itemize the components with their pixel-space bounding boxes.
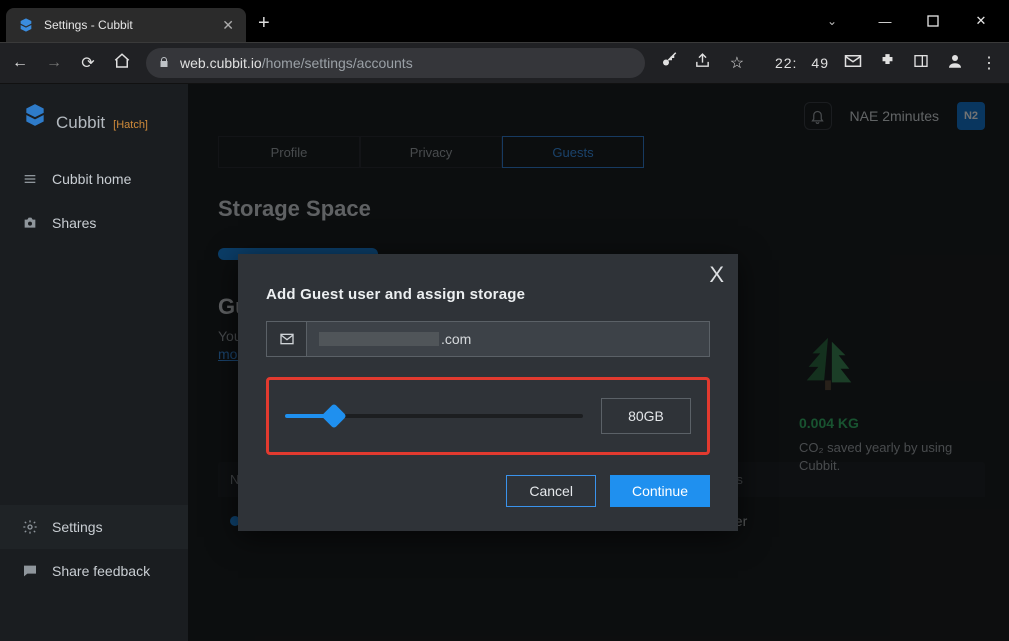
cubbit-logo-icon	[22, 102, 48, 128]
email-field-row: .com	[266, 321, 710, 357]
reload-button[interactable]: ⟳	[78, 53, 98, 73]
camera-icon	[22, 215, 38, 231]
close-window-button[interactable]: ✕	[959, 6, 1003, 36]
menu-dots-icon[interactable]: ⋮	[979, 53, 999, 73]
counter-b: 49	[811, 55, 829, 71]
slider-value-display[interactable]: 80GB	[601, 398, 691, 434]
chevron-down-icon[interactable]: ⌄	[827, 14, 837, 28]
counter-a: 22:	[775, 55, 797, 71]
lock-icon	[158, 56, 170, 71]
redacted-email-prefix	[319, 332, 439, 346]
slider-thumb[interactable]	[321, 403, 346, 428]
logo: Cubbit [Hatch]	[0, 102, 188, 157]
storage-slider[interactable]	[285, 407, 583, 425]
cancel-button[interactable]: Cancel	[506, 475, 596, 507]
add-guest-modal: X Add Guest user and assign storage .com…	[238, 254, 738, 531]
gear-icon	[22, 519, 38, 535]
url-text: web.cubbit.io/home/settings/accounts	[180, 55, 413, 71]
home-button[interactable]	[112, 52, 132, 75]
email-suffix: .com	[441, 331, 471, 347]
share-icon[interactable]	[693, 52, 713, 74]
sidebar: Cubbit [Hatch] Cubbit home Shares Settin…	[0, 84, 188, 641]
forward-button[interactable]: →	[44, 54, 64, 72]
extensions-icon[interactable]	[877, 52, 897, 74]
close-tab-icon[interactable]: ✕	[222, 17, 234, 34]
minimize-window-button[interactable]: —	[863, 6, 907, 36]
sidebar-item-label: Share feedback	[52, 563, 150, 579]
sidebar-item-label: Shares	[52, 215, 96, 231]
sidebar-item-feedback[interactable]: Share feedback	[0, 549, 188, 593]
sidebar-item-label: Cubbit home	[52, 171, 131, 187]
brand-name: Cubbit	[56, 113, 105, 133]
app-root: Cubbit [Hatch] Cubbit home Shares Settin…	[0, 84, 1009, 641]
cubbit-favicon-icon	[18, 17, 34, 33]
storage-slider-section: 80GB	[266, 377, 710, 455]
sidebar-item-label: Settings	[52, 519, 103, 535]
chat-icon	[22, 563, 38, 579]
guest-email-input[interactable]: .com	[307, 322, 709, 356]
window-titlebar: Settings - Cubbit ✕ + ⌄ — ✕	[0, 0, 1009, 42]
key-icon[interactable]	[659, 52, 679, 75]
browser-toolbar: ← → ⟳ web.cubbit.io/home/settings/accoun…	[0, 42, 1009, 84]
bookmark-star-icon[interactable]: ☆	[727, 53, 747, 73]
profile-icon[interactable]	[945, 52, 965, 75]
mail-icon[interactable]	[843, 52, 863, 75]
mail-prefix-icon	[267, 322, 307, 356]
brand-badge: [Hatch]	[113, 119, 148, 131]
close-icon[interactable]: X	[709, 262, 724, 288]
continue-button[interactable]: Continue	[610, 475, 710, 507]
back-button[interactable]: ←	[10, 54, 30, 72]
panel-icon[interactable]	[911, 53, 931, 74]
sidebar-item-home[interactable]: Cubbit home	[0, 157, 188, 201]
main-panel: NAE 2minutes N2 Profile Privacy Guests S…	[188, 84, 1009, 641]
new-tab-button[interactable]: +	[258, 12, 270, 35]
maximize-window-button[interactable]	[911, 6, 955, 36]
menu-lines-icon	[22, 171, 38, 187]
modal-title: Add Guest user and assign storage	[266, 286, 710, 303]
browser-tab[interactable]: Settings - Cubbit ✕	[6, 8, 246, 42]
tab-title: Settings - Cubbit	[44, 18, 212, 32]
url-bar[interactable]: web.cubbit.io/home/settings/accounts	[146, 48, 645, 78]
sidebar-item-settings[interactable]: Settings	[0, 505, 188, 549]
sidebar-item-shares[interactable]: Shares	[0, 201, 188, 245]
